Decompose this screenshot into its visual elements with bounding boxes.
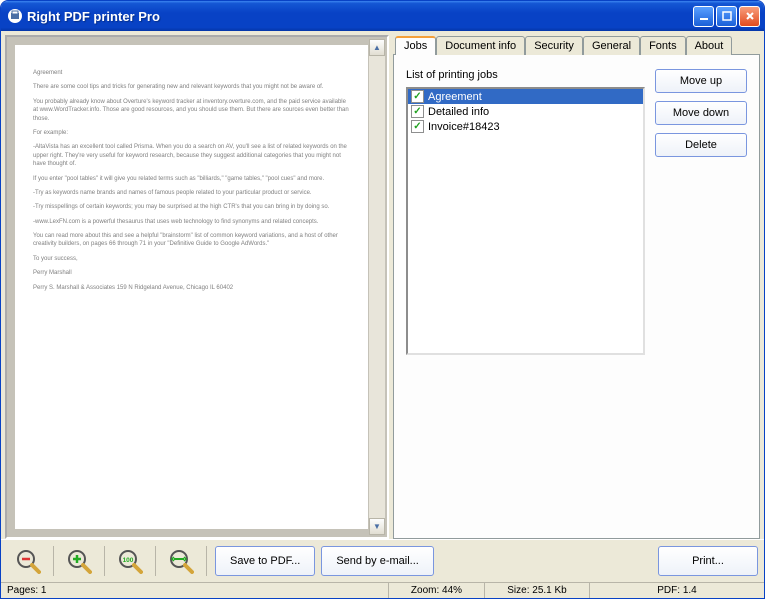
app-window: Right PDF printer Pro AgreementThere are… bbox=[0, 0, 765, 599]
move-down-button[interactable]: Move down bbox=[655, 101, 747, 125]
preview-scrollbar[interactable]: ▲ ▼ bbox=[368, 39, 385, 535]
zoom-out-icon[interactable] bbox=[11, 544, 45, 578]
tab-about[interactable]: About bbox=[686, 36, 733, 55]
joblist-label: List of printing jobs bbox=[406, 69, 645, 81]
preview-pane: AgreementThere are some cool tips and tr… bbox=[5, 35, 389, 539]
save-pdf-button[interactable]: Save to PDF... bbox=[215, 546, 315, 576]
status-zoom: Zoom: 44% bbox=[389, 583, 485, 598]
status-pdf: PDF: 1.4 bbox=[590, 583, 764, 598]
tabs-pane: JobsDocument infoSecurityGeneralFontsAbo… bbox=[393, 35, 760, 539]
window-title: Right PDF printer Pro bbox=[27, 9, 693, 24]
tab-fonts[interactable]: Fonts bbox=[640, 36, 686, 55]
status-bar: Pages: 1 Zoom: 44% Size: 25.1 Kb PDF: 1.… bbox=[1, 582, 764, 598]
job-buttons-column: Move up Move down Delete bbox=[655, 69, 747, 524]
scroll-down-arrow[interactable]: ▼ bbox=[369, 518, 385, 535]
send-email-button[interactable]: Send by e-mail... bbox=[321, 546, 434, 576]
jobs-area: List of printing jobs ✓ Agreement ✓ Detaile… bbox=[406, 69, 645, 524]
job-name: Detailed info bbox=[428, 106, 489, 118]
tab-general[interactable]: General bbox=[583, 36, 640, 55]
job-row[interactable]: ✓ Agreement bbox=[408, 89, 643, 104]
job-name: Invoice#18423 bbox=[428, 121, 500, 133]
svg-text:100: 100 bbox=[123, 557, 134, 564]
content-area: AgreementThere are some cool tips and tr… bbox=[1, 31, 764, 598]
move-up-button[interactable]: Move up bbox=[655, 69, 747, 93]
minimize-button[interactable] bbox=[693, 6, 714, 27]
job-checkbox[interactable]: ✓ bbox=[411, 105, 424, 118]
main-panel: AgreementThere are some cool tips and tr… bbox=[1, 31, 764, 539]
status-size: Size: 25.1 Kb bbox=[485, 583, 590, 598]
toolbar: 100 Save to PDF... Send by e-mail... Pri… bbox=[1, 539, 764, 582]
job-checkbox[interactable]: ✓ bbox=[411, 90, 424, 103]
zoom-in-icon[interactable] bbox=[62, 544, 96, 578]
job-name: Agreement bbox=[428, 91, 482, 103]
status-pages: Pages: 1 bbox=[1, 583, 389, 598]
zoom-100-icon[interactable]: 100 bbox=[113, 544, 147, 578]
maximize-button[interactable] bbox=[716, 6, 737, 27]
toolbar-separator bbox=[155, 546, 156, 576]
print-button[interactable]: Print... bbox=[658, 546, 758, 576]
tab-security[interactable]: Security bbox=[525, 36, 583, 55]
toolbar-separator bbox=[104, 546, 105, 576]
job-list[interactable]: ✓ Agreement ✓ Detailed info ✓ Invoice#18423 bbox=[406, 87, 645, 355]
tab-bar: JobsDocument infoSecurityGeneralFontsAbo… bbox=[395, 35, 760, 54]
app-icon bbox=[7, 8, 23, 24]
window-controls bbox=[693, 6, 760, 27]
document-preview: AgreementThere are some cool tips and tr… bbox=[15, 45, 368, 529]
titlebar: Right PDF printer Pro bbox=[1, 1, 764, 31]
delete-button[interactable]: Delete bbox=[655, 133, 747, 157]
tab-panel-jobs: List of printing jobs ✓ Agreement ✓ Detaile… bbox=[393, 54, 760, 539]
toolbar-separator bbox=[53, 546, 54, 576]
toolbar-separator bbox=[206, 546, 207, 576]
close-button[interactable] bbox=[739, 6, 760, 27]
job-row[interactable]: ✓ Invoice#18423 bbox=[408, 119, 643, 134]
job-row[interactable]: ✓ Detailed info bbox=[408, 104, 643, 119]
tab-jobs[interactable]: Jobs bbox=[395, 36, 436, 55]
tab-document-info[interactable]: Document info bbox=[436, 36, 525, 55]
job-checkbox[interactable]: ✓ bbox=[411, 120, 424, 133]
scroll-up-arrow[interactable]: ▲ bbox=[369, 39, 385, 56]
preview-container: AgreementThere are some cool tips and tr… bbox=[5, 35, 389, 539]
zoom-fit-icon[interactable] bbox=[164, 544, 198, 578]
